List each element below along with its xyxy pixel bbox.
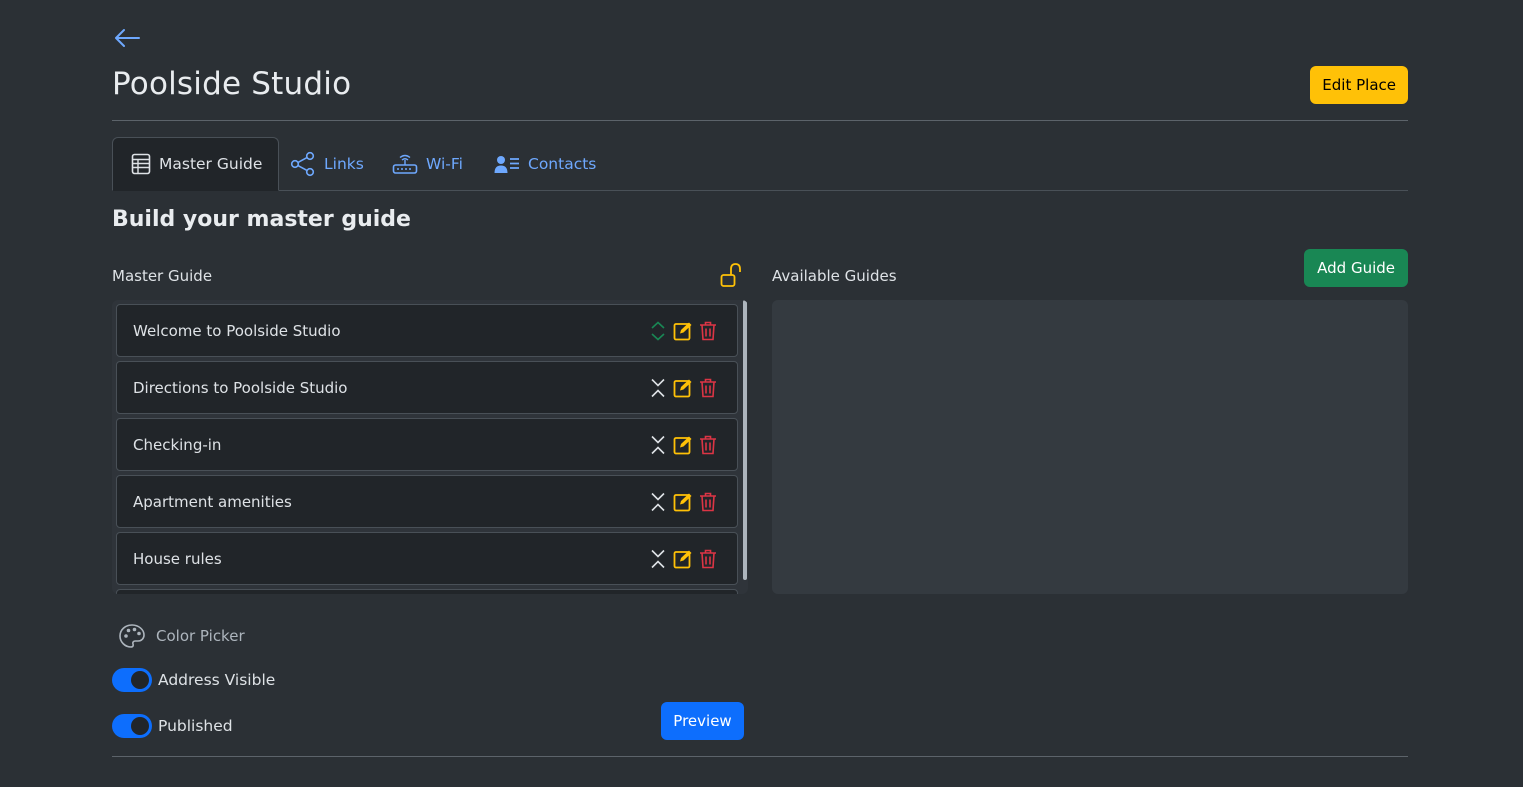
available-guides-panel[interactable]	[772, 300, 1408, 594]
published-switch[interactable]	[112, 714, 152, 738]
available-guides-label: Available Guides	[772, 267, 897, 285]
edit-icon[interactable]	[673, 378, 693, 398]
address-visible-label: Address Visible	[158, 671, 276, 689]
scrollbar-thumb[interactable]	[743, 300, 747, 580]
guide-item-label: House rules	[133, 549, 222, 568]
divider	[112, 120, 1408, 121]
expand-arrows-icon[interactable]	[649, 491, 667, 513]
preview-button[interactable]: Preview	[661, 702, 744, 740]
tab-master-guide[interactable]: Master Guide	[112, 137, 280, 191]
contacts-icon	[494, 156, 519, 173]
published-label: Published	[158, 717, 233, 735]
router-icon	[392, 154, 418, 174]
guide-item-label: Directions to Poolside Studio	[133, 378, 348, 397]
tab-label: Wi-Fi	[426, 155, 463, 173]
guide-item-label: Apartment amenities	[133, 492, 292, 511]
tab-label: Links	[324, 155, 364, 173]
trash-icon[interactable]	[699, 549, 717, 569]
guide-item[interactable]: Directions to Poolside Studio	[116, 361, 738, 414]
tab-label: Master Guide	[159, 155, 263, 173]
expand-arrows-icon[interactable]	[649, 548, 667, 570]
table-icon	[131, 153, 151, 175]
unlock-icon[interactable]	[720, 262, 744, 288]
edit-place-button[interactable]: Edit Place	[1310, 66, 1408, 104]
collapse-arrows-icon[interactable]	[649, 320, 667, 342]
guide-item-label: Welcome to Poolside Studio	[133, 321, 341, 340]
place-page: Poolside Studio Edit Place Master Guide …	[112, 0, 1408, 787]
tab-label: Contacts	[528, 155, 597, 173]
expand-arrows-icon[interactable]	[649, 377, 667, 399]
address-visible-row: Address Visible	[112, 668, 275, 692]
tab-links[interactable]: Links	[290, 137, 364, 191]
guide-item[interactable]: House rules	[116, 532, 738, 585]
palette-icon	[119, 624, 145, 648]
master-guide-list: Welcome to Poolside Studio Directions to…	[112, 300, 748, 594]
published-row: Published	[112, 714, 233, 738]
tab-bar: Master Guide Links Wi-Fi Contacts	[112, 137, 1408, 191]
address-visible-switch[interactable]	[112, 668, 152, 692]
edit-icon[interactable]	[673, 435, 693, 455]
share-icon	[290, 151, 315, 177]
guide-item[interactable]: Welcome to Poolside Studio	[116, 304, 738, 357]
expand-arrows-icon[interactable]	[649, 434, 667, 456]
edit-icon[interactable]	[673, 492, 693, 512]
edit-icon[interactable]	[673, 549, 693, 569]
trash-icon[interactable]	[699, 492, 717, 512]
section-title: Build your master guide	[112, 207, 411, 232]
trash-icon[interactable]	[699, 378, 717, 398]
trash-icon[interactable]	[699, 435, 717, 455]
add-guide-button[interactable]: Add Guide	[1304, 249, 1408, 287]
scrollbar[interactable]	[742, 300, 748, 594]
guide-item[interactable]	[116, 589, 738, 594]
tab-contacts[interactable]: Contacts	[494, 137, 596, 191]
guide-item-label: Checking-in	[133, 435, 222, 454]
divider	[112, 756, 1408, 757]
color-picker[interactable]: Color Picker	[118, 623, 245, 649]
master-guide-label: Master Guide	[112, 267, 213, 285]
edit-icon[interactable]	[673, 321, 693, 341]
page-title: Poolside Studio	[112, 66, 352, 102]
tab-wifi[interactable]: Wi-Fi	[392, 137, 463, 191]
guide-item[interactable]: Checking-in	[116, 418, 738, 471]
color-picker-label: Color Picker	[156, 627, 245, 645]
trash-icon[interactable]	[699, 321, 717, 341]
back-arrow-icon[interactable]	[112, 26, 142, 50]
guide-item[interactable]: Apartment amenities	[116, 475, 738, 528]
